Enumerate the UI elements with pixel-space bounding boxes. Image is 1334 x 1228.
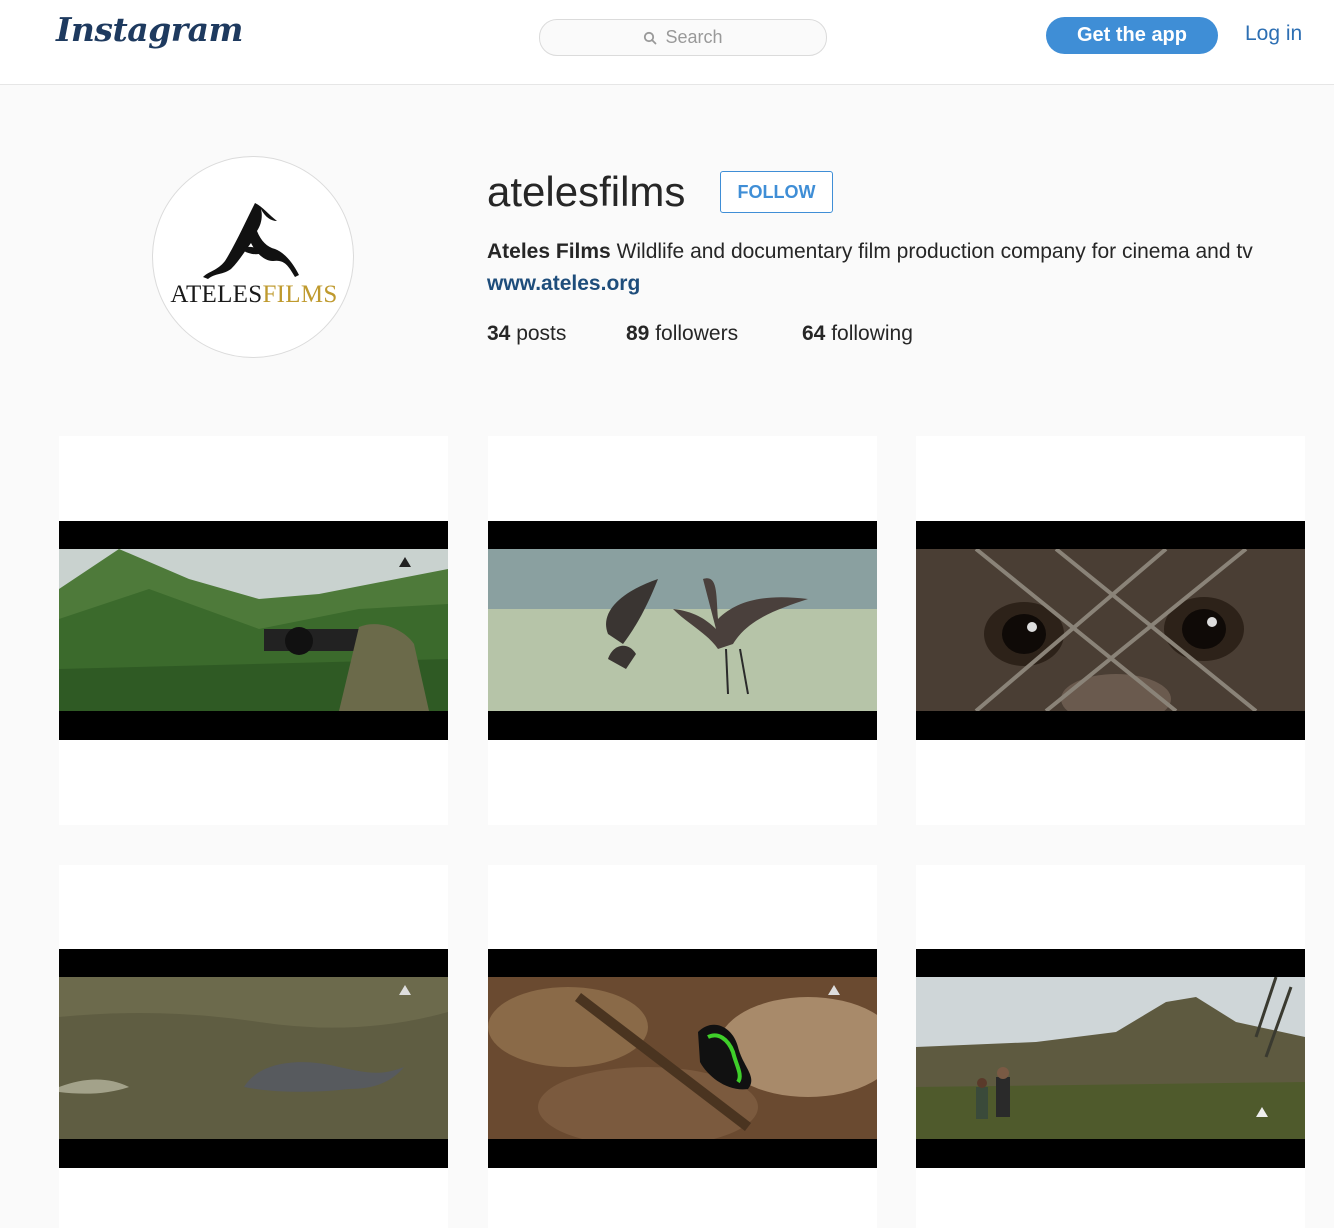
get-the-app-button[interactable]: Get the app [1046, 17, 1218, 54]
post-image-dolphin [59, 949, 448, 1168]
post-image-camera-operator [59, 521, 448, 740]
posts-count: 34 posts [487, 322, 567, 345]
post-tile[interactable] [916, 436, 1305, 825]
post-tile[interactable] [59, 436, 448, 825]
post-tile[interactable] [488, 436, 877, 825]
profile-username: atelesfilms [487, 168, 686, 215]
search-icon [643, 31, 657, 45]
instagram-logo[interactable]: Instagram [56, 10, 243, 49]
post-image-chimpanzee [916, 521, 1305, 740]
post-image-frog [488, 949, 877, 1168]
log-in-link[interactable]: Log in [1245, 22, 1302, 46]
profile-full-name: Ateles Films [487, 240, 611, 263]
profile-website-link[interactable]: www.ateles.org [487, 272, 640, 296]
profile-bio: Ateles Films Wildlife and documentary fi… [487, 240, 1253, 264]
post-tile[interactable] [916, 865, 1305, 1228]
profile-avatar[interactable]: ATELESFILMS [152, 156, 354, 358]
avatar-wordmark: ATELESFILMS [170, 281, 338, 308]
post-image-mountain-hikers [916, 949, 1305, 1168]
post-tile[interactable] [59, 865, 448, 1228]
follow-button[interactable]: FOLLOW [720, 171, 833, 213]
post-tile[interactable] [488, 865, 877, 1228]
post-image-herons [488, 521, 877, 740]
search-input[interactable]: Search [539, 19, 827, 56]
search-placeholder: Search [665, 27, 723, 47]
top-navigation-bar: Instagram Search Get the app Log in [0, 0, 1334, 85]
following-count[interactable]: 64 following [802, 322, 913, 346]
ateles-logo-icon [203, 203, 299, 279]
followers-count[interactable]: 89 followers [626, 322, 738, 346]
profile-bio-text: Wildlife and documentary film production… [616, 240, 1253, 263]
